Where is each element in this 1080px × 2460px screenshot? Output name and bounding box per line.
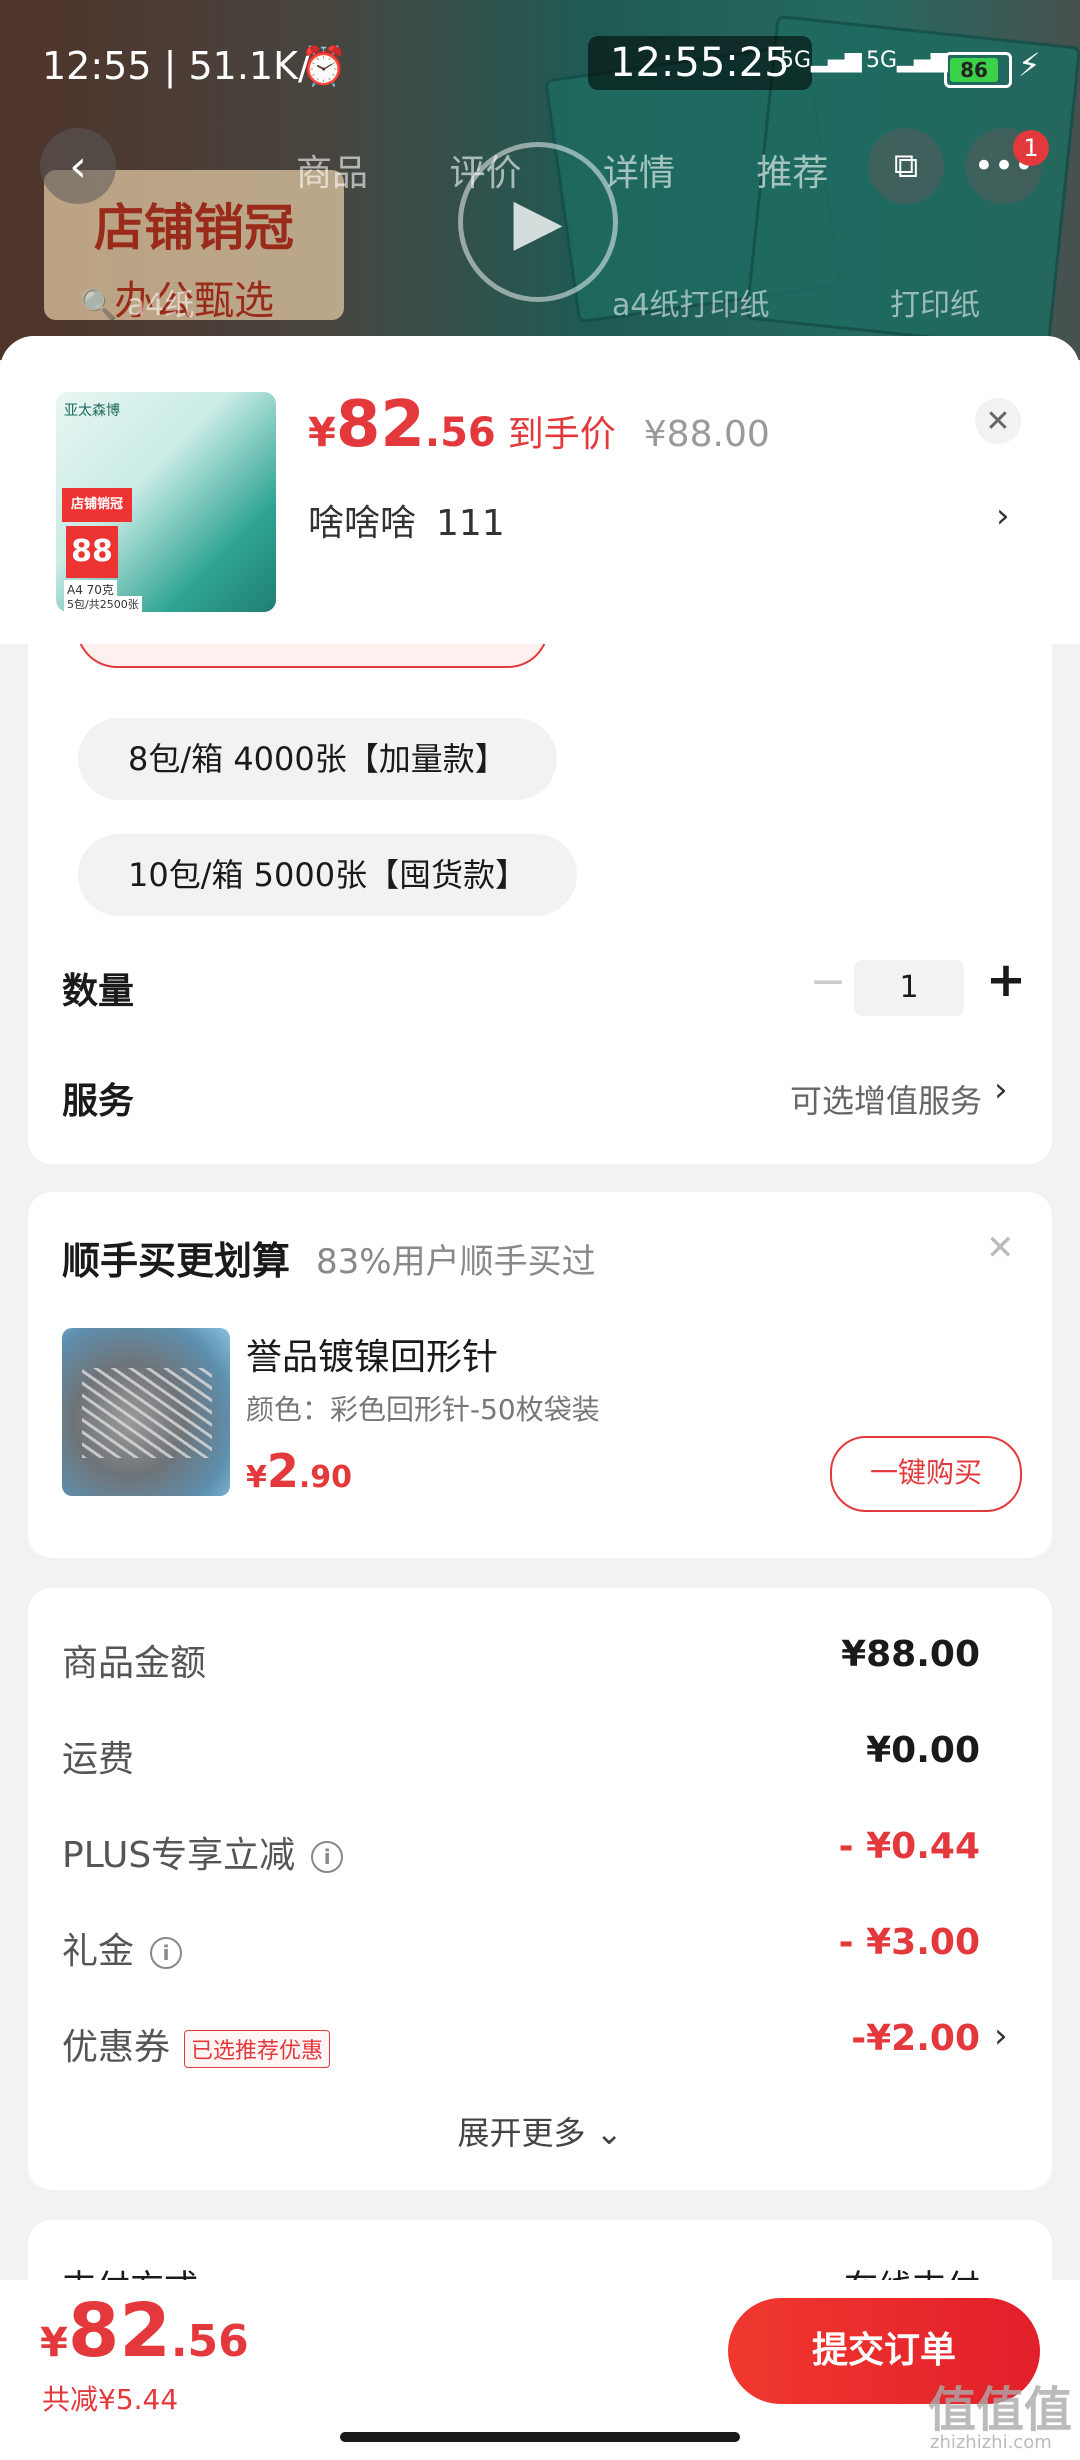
goods-amount-label: 商品金额 xyxy=(62,1643,207,1684)
coupon-label: 优惠券 已选推荐优惠 xyxy=(62,2018,331,2070)
quantity-increase-button[interactable]: + xyxy=(976,952,1036,1008)
quantity-input[interactable]: 1 xyxy=(854,960,964,1016)
status-bar: 12:55 | 51.1K/s ⏰ 12:55:25 5G▂▄▆ 5G▂▄▆ 8… xyxy=(0,36,1080,100)
product-tabs: 商品 评价 详情 推荐 xyxy=(296,144,898,196)
cart-badge: 1 xyxy=(1013,130,1049,166)
plus-discount-value: - ¥0.44 xyxy=(838,1826,980,1867)
share-icon[interactable]: ⧉ xyxy=(868,128,944,204)
home-indicator[interactable] xyxy=(340,2432,740,2442)
info-icon[interactable]: i xyxy=(150,1937,183,1969)
image-caption: a4纸打印纸 xyxy=(612,288,770,323)
tab-reviews[interactable]: 评价 xyxy=(449,153,521,194)
shipping-value: ¥0.00 xyxy=(866,1730,980,1771)
option-8-pack[interactable]: 8包/箱 4000张【加量款】 xyxy=(78,718,557,800)
gift-money-value: - ¥3.00 xyxy=(838,1922,980,1963)
total-price: ¥82.56 xyxy=(40,2288,249,2374)
coupon-value[interactable]: -¥2.00 xyxy=(851,2018,980,2059)
gift-money-label: 礼金 i xyxy=(62,1922,183,1974)
image-caption: 打印纸 xyxy=(890,288,980,323)
clock-overlay: 12:55:25 xyxy=(588,36,812,90)
alarm-icon: ⏰ xyxy=(300,44,348,88)
quantity-label: 数量 xyxy=(62,971,135,1012)
order-sheet: 亚太森博 店铺销冠 88 A4 70克 5包/共2500张 ¥82.56 到手价 ¥… xyxy=(0,336,1080,2460)
tab-recommend[interactable]: 推荐 xyxy=(756,153,828,194)
cross-sell-card: 顺手买更划算 83%用户顺手买过 ✕ 誉品镀镍回形针 颜色：彩色回形针-50枚袋… xyxy=(28,1192,1052,1558)
final-price-tag: 到手价 xyxy=(507,414,616,455)
expand-more-button[interactable]: 展开更多 ⌄ xyxy=(28,2108,1052,2154)
sheet-header: 亚太森博 店铺销冠 88 A4 70克 5包/共2500张 ¥82.56 到手价 ¥… xyxy=(0,336,1080,644)
info-icon[interactable]: i xyxy=(311,1841,344,1873)
watermark-logo: 值值值 xyxy=(928,2382,1073,2438)
chevron-right-icon[interactable]: › xyxy=(994,1070,1008,1110)
option-10-pack[interactable]: 10包/箱 5000张【囤货款】 xyxy=(78,834,578,916)
quantity-decrease-button[interactable]: − xyxy=(798,956,858,1007)
watermark-url: zhizhizhi.com xyxy=(930,2432,1052,2453)
close-icon[interactable]: ✕ xyxy=(975,398,1021,444)
product-thumbnail: 亚太森博 店铺销冠 88 A4 70克 5包/共2500张 xyxy=(56,392,276,612)
plus-discount-label: PLUS专享立减 i xyxy=(62,1826,344,1878)
cross-sell-price: ¥2.90 xyxy=(246,1444,353,1498)
one-click-buy-button[interactable]: 一键购买 xyxy=(830,1436,1022,1512)
price-row: ¥82.56 到手价 ¥88.00 xyxy=(308,388,770,462)
chevron-right-icon[interactable]: › xyxy=(996,496,1010,536)
chevron-right-icon[interactable]: › xyxy=(994,2016,1008,2056)
options-card: 5包/箱2500张【热销款】 8包/箱 4000张【加量款】 10包/箱 500… xyxy=(28,586,1052,1164)
goods-amount-value: ¥88.00 xyxy=(841,1634,980,1675)
selected-variant[interactable]: 啥啥啥 111 xyxy=(308,494,505,546)
tab-product[interactable]: 商品 xyxy=(296,153,368,194)
search-hint: 🔍 a4纸 xyxy=(80,288,195,323)
chevron-down-icon: ⌄ xyxy=(595,2114,623,2152)
battery-icon: 86 xyxy=(944,52,1012,88)
total-saved: 共减¥5.44 xyxy=(42,2383,179,2416)
cross-sell-item-spec: 颜色：彩色回形针-50枚袋装 xyxy=(246,1393,600,1426)
shipping-label: 运费 xyxy=(62,1739,135,1780)
price-summary-card: 商品金额 ¥88.00 运费 ¥0.00 PLUS专享立减 i - ¥0.44 礼… xyxy=(28,1588,1052,2190)
close-icon[interactable]: ✕ xyxy=(986,1228,1015,1268)
cross-sell-subtitle: 83%用户顺手买过 xyxy=(316,1242,596,1282)
paper-clip-image[interactable] xyxy=(62,1328,230,1496)
back-icon[interactable]: ‹ xyxy=(40,128,116,204)
service-option[interactable]: 可选增值服务 xyxy=(790,1076,982,1122)
status-time: 12:55 | 51.1K/s xyxy=(42,44,331,88)
signal-icon: 5G▂▄▆ xyxy=(780,48,862,73)
signal-icon: 5G▂▄▆ xyxy=(866,48,948,73)
charging-icon: ⚡ xyxy=(1018,46,1041,84)
service-label: 服务 xyxy=(62,1081,135,1122)
original-price: ¥88.00 xyxy=(643,414,770,455)
cross-sell-title: 顺手买更划算 xyxy=(62,1239,291,1283)
tab-details[interactable]: 详情 xyxy=(603,153,675,194)
coupon-badge: 已选推荐优惠 xyxy=(184,2030,331,2068)
cross-sell-item-name[interactable]: 誉品镀镍回形针 xyxy=(246,1328,498,1380)
